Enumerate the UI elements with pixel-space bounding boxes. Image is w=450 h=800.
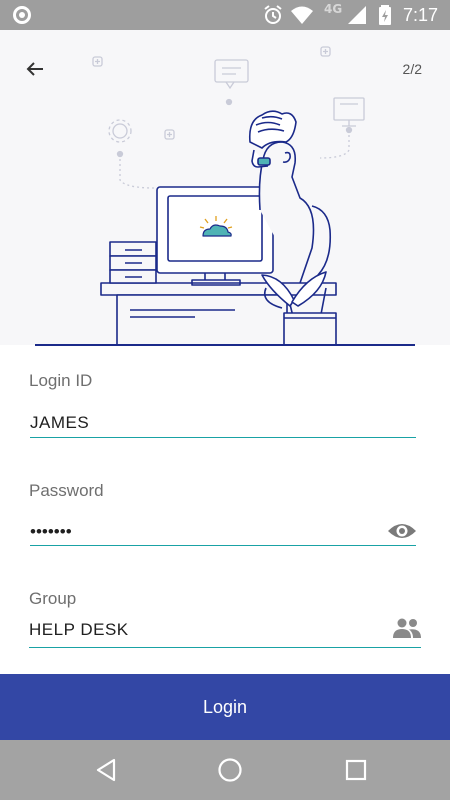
status-clock: 7:17 bbox=[402, 5, 438, 25]
password-underline bbox=[30, 545, 416, 546]
login-id-label: Login ID bbox=[29, 371, 93, 390]
group-value[interactable]: HELP DESK bbox=[29, 620, 129, 640]
password-label: Password bbox=[29, 481, 104, 500]
group-underline bbox=[29, 647, 421, 648]
back-triangle-icon[interactable] bbox=[88, 752, 124, 788]
password-input[interactable] bbox=[30, 519, 370, 545]
network-type-label: 4G bbox=[324, 2, 343, 16]
page-indicator: 2/2 bbox=[402, 61, 422, 77]
group-label: Group bbox=[29, 589, 77, 608]
desk-worker-illustration bbox=[92, 46, 365, 345]
back-arrow-button[interactable] bbox=[20, 54, 50, 84]
hero-illustration-area: 2/2 bbox=[0, 30, 450, 345]
home-circle-icon[interactable] bbox=[212, 752, 248, 788]
recents-square-icon[interactable] bbox=[338, 752, 374, 788]
people-icon[interactable] bbox=[392, 617, 422, 639]
login-id-input[interactable] bbox=[30, 410, 410, 436]
signal-icon bbox=[348, 6, 366, 24]
status-bar: 4G 7:17 bbox=[0, 0, 450, 30]
app-notification-icon bbox=[13, 6, 31, 24]
eye-icon[interactable] bbox=[386, 520, 418, 542]
hero-divider bbox=[35, 344, 415, 346]
system-navigation-bar bbox=[0, 740, 450, 800]
wifi-icon bbox=[291, 6, 313, 24]
login-id-underline bbox=[30, 437, 416, 438]
battery-charging-icon bbox=[379, 5, 391, 25]
login-button[interactable]: Login bbox=[0, 674, 450, 740]
alarm-icon bbox=[264, 5, 282, 24]
